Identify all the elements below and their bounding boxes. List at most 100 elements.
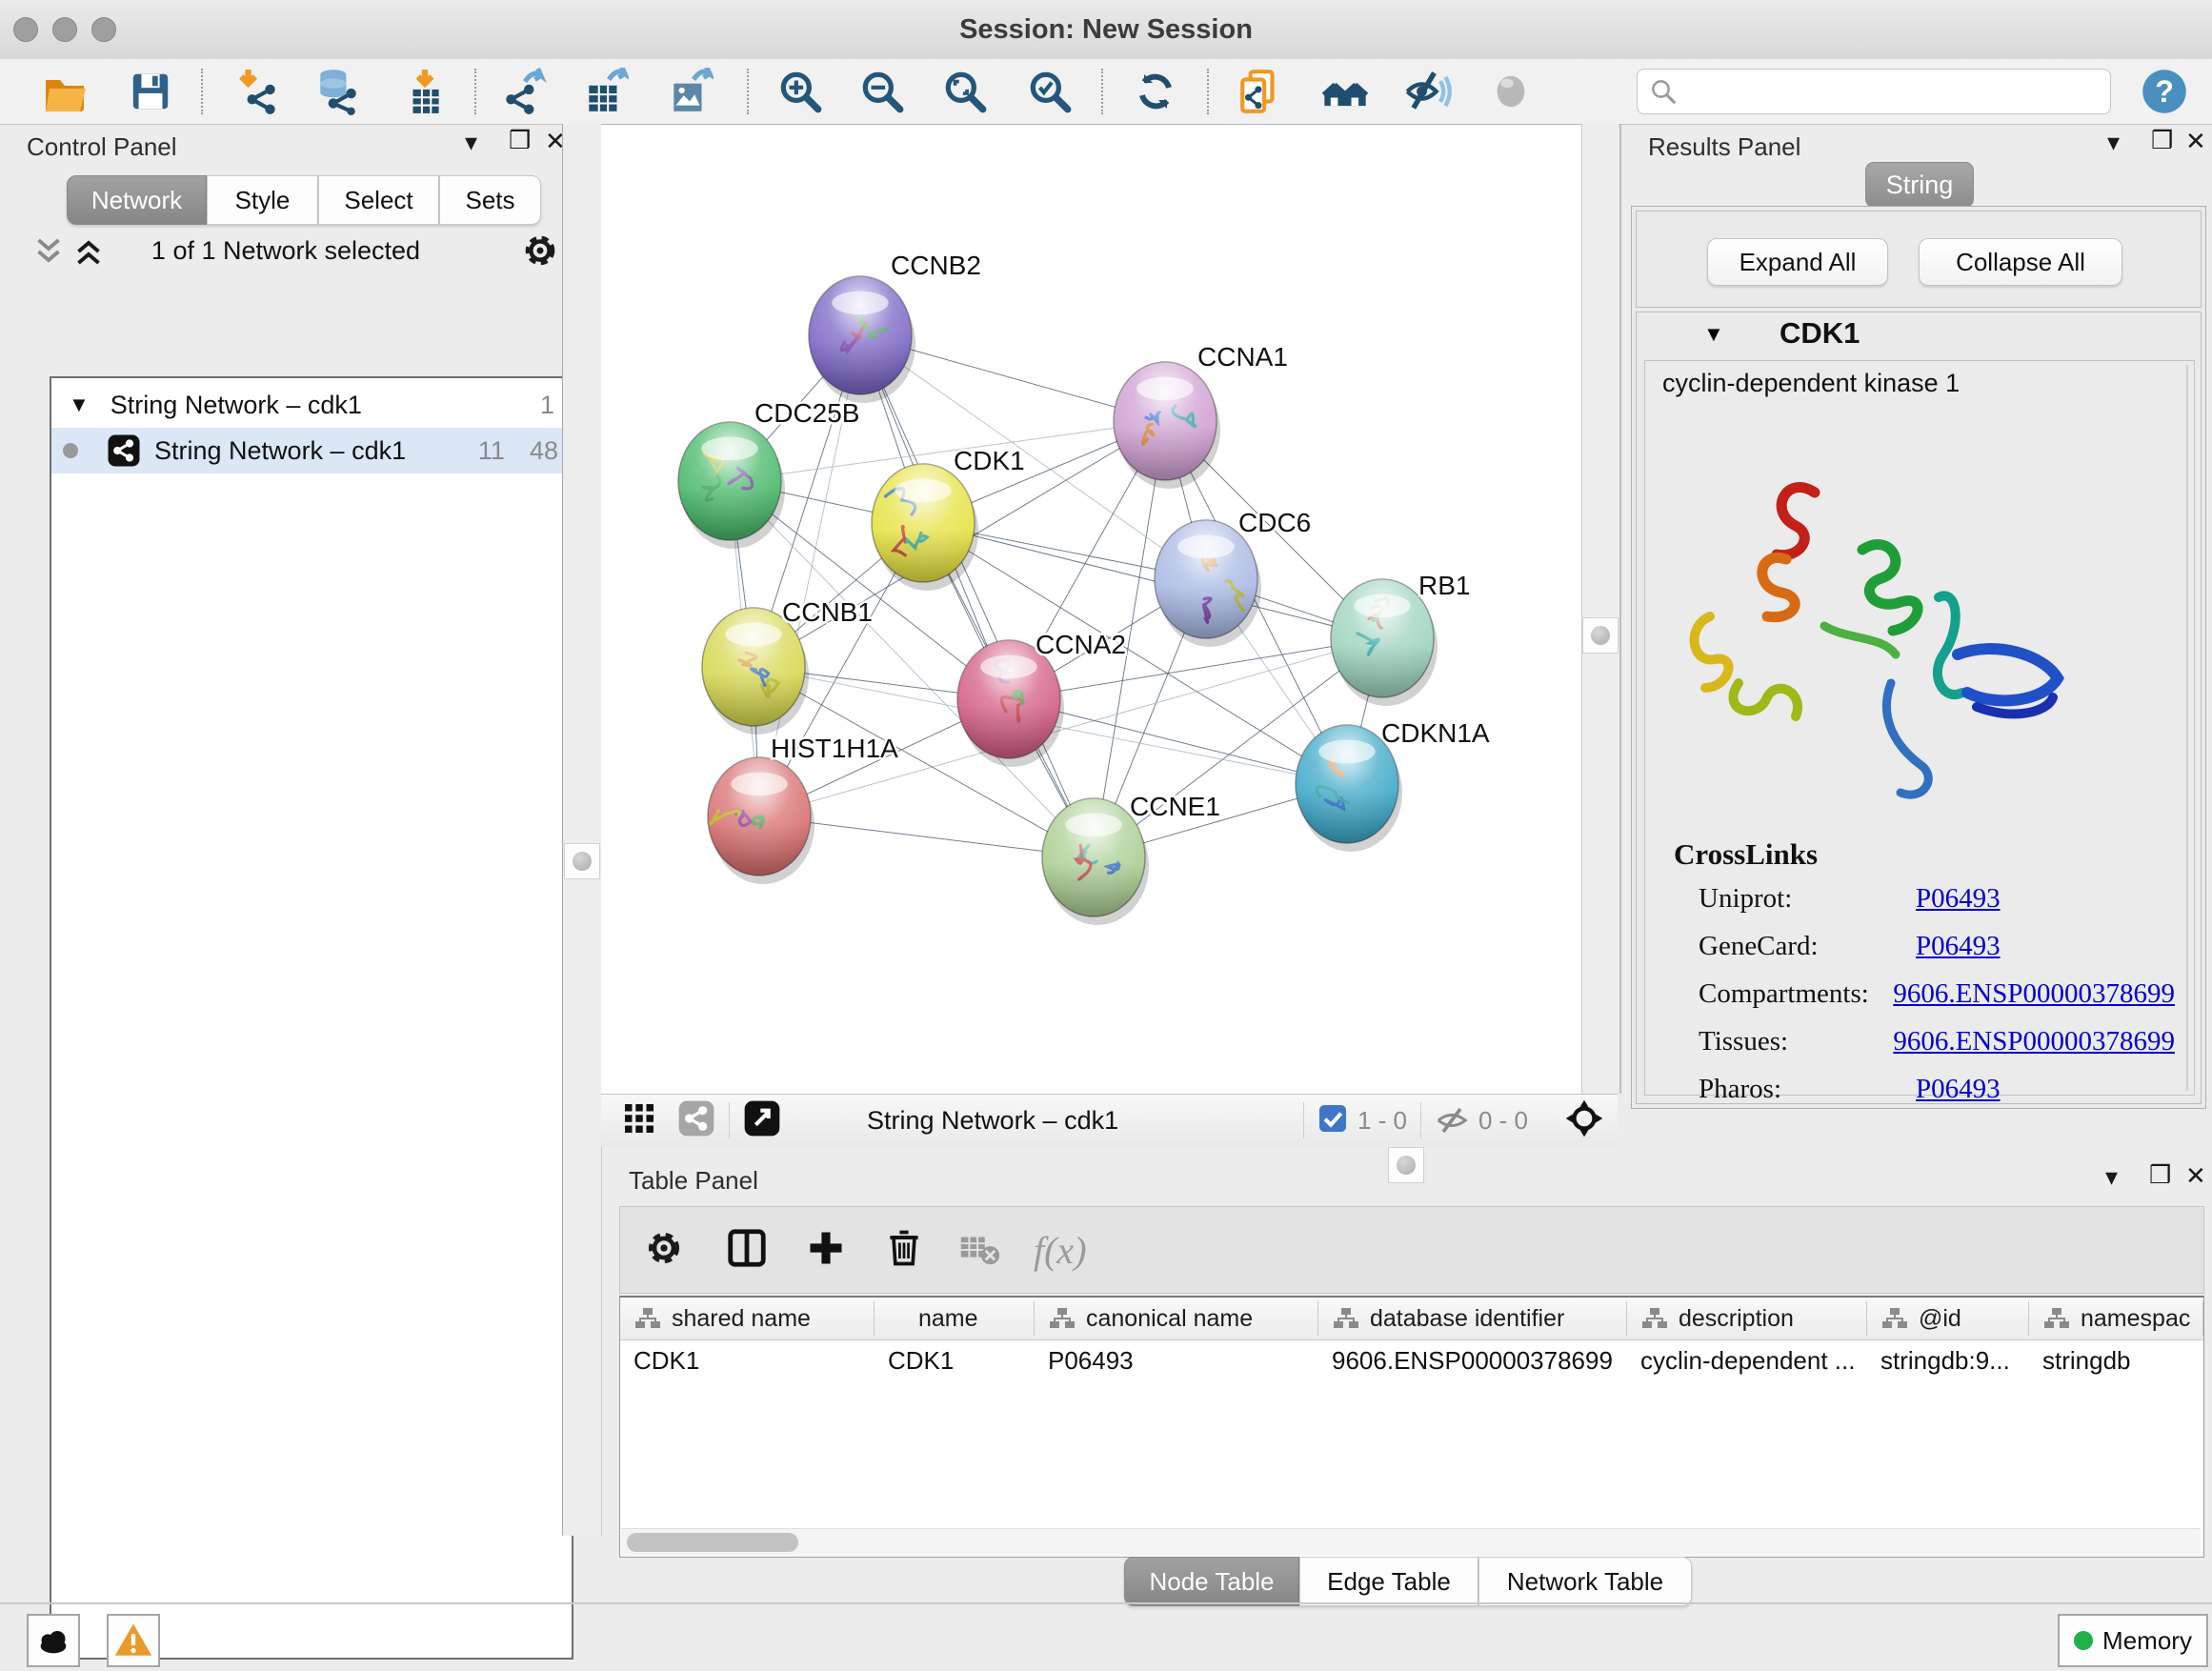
open-session-button[interactable] <box>40 67 90 116</box>
cloud-button[interactable] <box>27 1614 80 1667</box>
delete-column-button[interactable] <box>883 1227 925 1274</box>
panel-float-icon[interactable]: ❒ <box>2151 128 2173 152</box>
network-node-CDC25B[interactable] <box>678 422 785 549</box>
column-header-description[interactable]: description <box>1627 1298 1867 1339</box>
zoom-selected-icon <box>1026 68 1074 115</box>
show-columns-button[interactable] <box>725 1226 769 1275</box>
network-canvas[interactable]: CCNB2CCNA1CDC25BCDK1CDC6RB1CCNB1CCNA2CDK… <box>601 124 1581 1096</box>
network-row-selected[interactable]: String Network – cdk1 11 48 <box>51 428 572 473</box>
network-node-CCNB2[interactable] <box>809 276 915 403</box>
zoom-fit-button[interactable] <box>940 67 990 116</box>
memory-button[interactable]: Memory <box>2058 1614 2208 1667</box>
search-field-container <box>1637 69 2111 114</box>
gear-icon <box>520 231 560 271</box>
tab-network[interactable]: Network <box>67 175 207 225</box>
fit-selected-button[interactable] <box>1564 1098 1604 1143</box>
collapse-all-button[interactable]: Collapse All <box>1919 238 2122 286</box>
save-session-button[interactable] <box>126 67 175 116</box>
table-cell[interactable]: stringdb <box>2042 1341 2198 1379</box>
crosslink-row: Pharos:P06493 <box>1699 1074 2175 1105</box>
zoom-out-button[interactable] <box>857 67 907 116</box>
warnings-button[interactable] <box>107 1614 160 1667</box>
function-builder-button-disabled[interactable]: f(x) <box>1034 1228 1087 1273</box>
table-cell[interactable]: CDK1 <box>888 1341 1029 1379</box>
column-header-name[interactable]: name <box>875 1298 1035 1339</box>
delete-table-button-disabled[interactable] <box>957 1226 1001 1275</box>
panel-float-icon[interactable]: ❒ <box>509 128 531 152</box>
birds-eye-button[interactable] <box>677 1099 715 1142</box>
table-cell[interactable]: P06493 <box>1048 1341 1313 1379</box>
zoom-fit-icon <box>941 68 989 115</box>
table-cell[interactable]: CDK1 <box>633 1341 869 1379</box>
table-cell[interactable]: cyclin-dependent ... <box>1640 1341 1861 1379</box>
control-panel: Control Panel ▾ ❒ ✕ NetworkStyleSelectSe… <box>10 124 562 1536</box>
right-splitter[interactable] <box>1581 124 1619 1094</box>
network-node-HIST1H1A[interactable] <box>708 757 814 884</box>
tab-edge-table[interactable]: Edge Table <box>1299 1557 1478 1606</box>
trash-icon <box>883 1227 925 1269</box>
import-network-button[interactable] <box>233 67 283 116</box>
zoom-selected-button[interactable] <box>1025 67 1075 116</box>
hscrollbar-thumb[interactable] <box>627 1533 798 1552</box>
column-header-namespac[interactable]: namespac <box>2029 1298 2203 1339</box>
tab-sets[interactable]: Sets <box>439 175 541 225</box>
network-edge-RB1-HIST1H1A[interactable] <box>759 638 1382 816</box>
section-collapse-icon[interactable]: ▼ <box>1703 322 1724 347</box>
network-node-CCNA1[interactable] <box>1114 362 1220 489</box>
import-network-from-database-button[interactable] <box>312 67 362 116</box>
results-scrollbar[interactable] <box>2186 365 2188 1091</box>
crosslink-value-link[interactable]: P06493 <box>1916 1074 2001 1105</box>
panel-float-icon[interactable]: ❒ <box>2149 1162 2171 1187</box>
tab-string[interactable]: String <box>1865 162 1974 208</box>
import-table-button[interactable] <box>400 67 450 116</box>
help-button[interactable]: ? <box>2140 67 2189 116</box>
panel-close-icon[interactable]: ✕ <box>2185 1163 2206 1188</box>
create-column-button[interactable] <box>805 1227 847 1274</box>
column-header-shared-name[interactable]: shared name <box>620 1298 875 1339</box>
node-label-CDC6: CDC6 <box>1238 508 1311 537</box>
table-options-button[interactable] <box>643 1227 685 1274</box>
network-options-button[interactable] <box>520 231 560 275</box>
column-header-canonical-name[interactable]: canonical name <box>1035 1298 1318 1339</box>
zoom-in-button[interactable] <box>775 67 825 116</box>
left-splitter-handle[interactable] <box>564 843 600 879</box>
crosslink-value-link[interactable]: P06493 <box>1916 883 2001 915</box>
tab-style[interactable]: Style <box>207 175 318 225</box>
column-header-database-identifier[interactable]: database identifier <box>1318 1298 1627 1339</box>
table-cell[interactable]: 9606.ENSP00000378699 <box>1332 1341 1621 1379</box>
network-node-CDK1[interactable] <box>872 464 978 591</box>
detach-view-button[interactable] <box>743 1099 781 1142</box>
crosslink-value-link[interactable]: 9606.ENSP00000378699 <box>1893 978 2175 1010</box>
export-network-button[interactable] <box>498 67 548 116</box>
collapse-triangle-icon[interactable]: ▼ <box>69 393 90 417</box>
network-edge-CDK1-RB1[interactable] <box>923 523 1382 638</box>
show-details-button[interactable] <box>1486 67 1536 116</box>
warning-icon <box>113 1621 153 1661</box>
tab-node-table[interactable]: Node Table <box>1124 1557 1299 1606</box>
tab-select[interactable]: Select <box>318 175 439 225</box>
export-table-button[interactable] <box>580 67 630 116</box>
network-node-CDC6[interactable] <box>1155 520 1261 647</box>
network-collection-row[interactable]: ▼ String Network – cdk1 1 <box>51 382 572 428</box>
tab-network-table[interactable]: Network Table <box>1478 1557 1692 1606</box>
search-input[interactable] <box>1683 77 2110 106</box>
panel-menu-icon[interactable]: ▾ <box>465 130 477 154</box>
export-image-button[interactable] <box>665 67 714 116</box>
network-edge-CCNB2-CCNE1[interactable] <box>860 335 1094 857</box>
right-splitter-handle[interactable] <box>1582 617 1619 654</box>
panel-menu-icon[interactable]: ▾ <box>2105 1164 2118 1189</box>
panel-menu-icon[interactable]: ▾ <box>2107 130 2120 154</box>
hidden-eye-slash-icon[interactable] <box>1435 1103 1469 1137</box>
hide-details-button[interactable] <box>1403 67 1453 116</box>
refresh-button[interactable] <box>1131 67 1180 116</box>
clone-network-button[interactable] <box>1236 67 1285 116</box>
table-cell[interactable]: stringdb:9... <box>1880 1341 2023 1379</box>
home-button[interactable] <box>1320 67 1370 116</box>
crosslink-value-link[interactable]: 9606.ENSP00000378699 <box>1893 1026 2175 1057</box>
column-header-@id[interactable]: @id <box>1867 1298 2029 1339</box>
expand-all-button[interactable]: Expand All <box>1707 238 1888 286</box>
crosslink-value-link[interactable]: P06493 <box>1916 931 2001 962</box>
selected-checkbox[interactable] <box>1317 1103 1348 1138</box>
grid-view-button[interactable] <box>622 1101 656 1140</box>
panel-close-icon[interactable]: ✕ <box>2185 129 2206 153</box>
